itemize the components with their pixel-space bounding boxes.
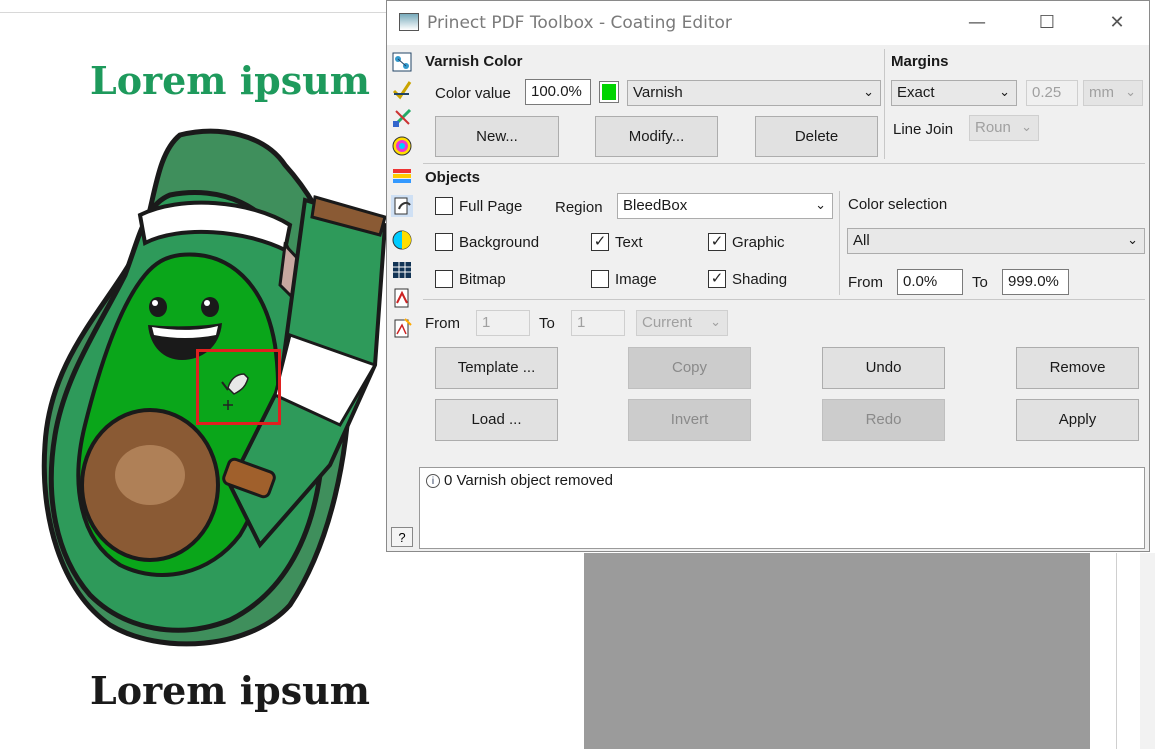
tool-strip: ?: [387, 45, 417, 553]
color-icon[interactable]: [391, 135, 413, 157]
graphic-checkbox[interactable]: ✓: [708, 233, 726, 251]
page-preview-area: [584, 553, 1090, 749]
section-divider: [839, 191, 840, 295]
color-value-field[interactable]: 100.0%: [525, 79, 591, 105]
color-selection-select[interactable]: All ⌄: [847, 228, 1145, 254]
heading-bottom: Lorem ipsum: [90, 668, 370, 713]
separation-icon[interactable]: [391, 229, 413, 251]
image-checkbox[interactable]: [591, 270, 609, 288]
modify-color-button[interactable]: Modify...: [595, 116, 718, 157]
editor-content: Varnish Color Color value 100.0% Varnish…: [419, 45, 1149, 553]
region-select[interactable]: BleedBox ⌄: [617, 193, 833, 219]
pdf-export-icon[interactable]: [391, 317, 413, 339]
line-join-select[interactable]: Roun ⌄: [969, 115, 1039, 141]
fix-icon[interactable]: [391, 107, 413, 129]
load-button[interactable]: Load ...: [435, 399, 558, 441]
color-name-select[interactable]: Varnish ⌄: [627, 80, 881, 106]
region-value: BleedBox: [623, 197, 688, 214]
chevron-down-icon: ⌄: [1021, 119, 1032, 134]
color-selection-value: All: [853, 232, 870, 249]
varnish-color-heading: Varnish Color: [425, 53, 523, 70]
maximize-button[interactable]: ☐: [1029, 9, 1065, 37]
page-from-field[interactable]: 1: [476, 310, 530, 336]
shading-label: Shading: [732, 271, 788, 288]
text-label: Text: [615, 234, 643, 251]
window-title: Prinect PDF Toolbox - Coating Editor: [427, 13, 732, 33]
redo-button[interactable]: Redo: [822, 399, 945, 441]
apply-button[interactable]: Apply: [1016, 399, 1139, 441]
log-message: 0 Varnish object removed: [444, 472, 613, 489]
app-icon: [399, 13, 419, 31]
bitmap-label: Bitmap: [459, 271, 506, 288]
pdf-icon[interactable]: [391, 287, 413, 309]
margin-unit-select[interactable]: mm ⌄: [1083, 80, 1143, 106]
template-button[interactable]: Template ...: [435, 347, 558, 389]
color-value-label: Color value: [435, 85, 511, 102]
help-button[interactable]: ?: [391, 527, 413, 547]
color-name-value: Varnish: [633, 84, 683, 101]
margins-heading: Margins: [891, 53, 949, 70]
layers-icon[interactable]: [391, 165, 413, 187]
objects-heading: Objects: [425, 169, 481, 186]
margin-mode-select[interactable]: Exact ⌄: [891, 80, 1017, 106]
coating-icon[interactable]: [391, 195, 413, 217]
delete-color-button[interactable]: Delete: [755, 116, 878, 157]
margin-mode-value: Exact: [897, 84, 935, 101]
image-label: Image: [615, 271, 657, 288]
undo-button[interactable]: Undo: [822, 347, 945, 389]
background-label: Background: [459, 234, 540, 251]
shading-checkbox[interactable]: ✓: [708, 270, 726, 288]
color-swatch[interactable]: [599, 81, 619, 103]
chevron-down-icon: ⌄: [999, 84, 1010, 99]
preflight-check-icon[interactable]: [391, 79, 413, 101]
new-color-button[interactable]: New...: [435, 116, 559, 157]
page-to-field[interactable]: 1: [571, 310, 625, 336]
minimize-button[interactable]: —: [959, 9, 995, 37]
tint-to-label: To: [972, 274, 988, 291]
line-join-value: Roun: [975, 119, 1011, 136]
scroll-divider: [1116, 553, 1117, 749]
color-selection-label: Color selection: [848, 196, 948, 213]
page-to-label: To: [539, 315, 555, 332]
chevron-down-icon: ⌄: [1125, 84, 1136, 99]
tint-to-field[interactable]: 999.0%: [1002, 269, 1069, 295]
chevron-down-icon: ⌄: [863, 84, 874, 99]
section-divider: [423, 163, 1145, 164]
page-scope-select[interactable]: Current ⌄: [636, 310, 728, 336]
tint-from-label: From: [848, 274, 883, 291]
section-divider: [884, 49, 885, 159]
vertical-scrollbar[interactable]: [1140, 553, 1155, 749]
tint-from-field[interactable]: 0.0%: [897, 269, 963, 295]
title-bar[interactable]: Prinect PDF Toolbox - Coating Editor — ☐…: [387, 1, 1149, 45]
page-edge: [0, 12, 390, 13]
line-join-label: Line Join: [893, 121, 954, 138]
chevron-down-icon: ⌄: [815, 197, 826, 212]
remove-button[interactable]: Remove: [1016, 347, 1139, 389]
chevron-down-icon: ⌄: [710, 314, 721, 329]
close-button[interactable]: ✕: [1099, 9, 1135, 37]
chevron-down-icon: ⌄: [1127, 232, 1138, 247]
info-icon: i: [426, 474, 440, 488]
region-label: Region: [555, 199, 603, 216]
varnish-brush-cursor-icon: [221, 373, 249, 410]
bitmap-checkbox[interactable]: [435, 270, 453, 288]
full-page-label: Full Page: [459, 198, 523, 215]
copy-button[interactable]: Copy: [628, 347, 751, 389]
full-page-checkbox[interactable]: [435, 197, 453, 215]
text-checkbox[interactable]: ✓: [591, 233, 609, 251]
message-log: i 0 Varnish object removed: [419, 467, 1145, 549]
section-divider: [423, 299, 1145, 300]
graphic-label: Graphic: [732, 234, 785, 251]
page-scope-value: Current: [642, 314, 693, 331]
margin-value-field[interactable]: 0.25: [1026, 80, 1078, 106]
invert-button[interactable]: Invert: [628, 399, 751, 441]
grid-icon[interactable]: [391, 259, 413, 281]
page-from-label: From: [425, 315, 460, 332]
background-checkbox[interactable]: [435, 233, 453, 251]
swatch-fill: [602, 84, 616, 100]
coating-editor-window: Prinect PDF Toolbox - Coating Editor — ☐…: [386, 0, 1150, 552]
margin-unit-value: mm: [1089, 84, 1114, 101]
objects-icon[interactable]: [391, 51, 413, 73]
